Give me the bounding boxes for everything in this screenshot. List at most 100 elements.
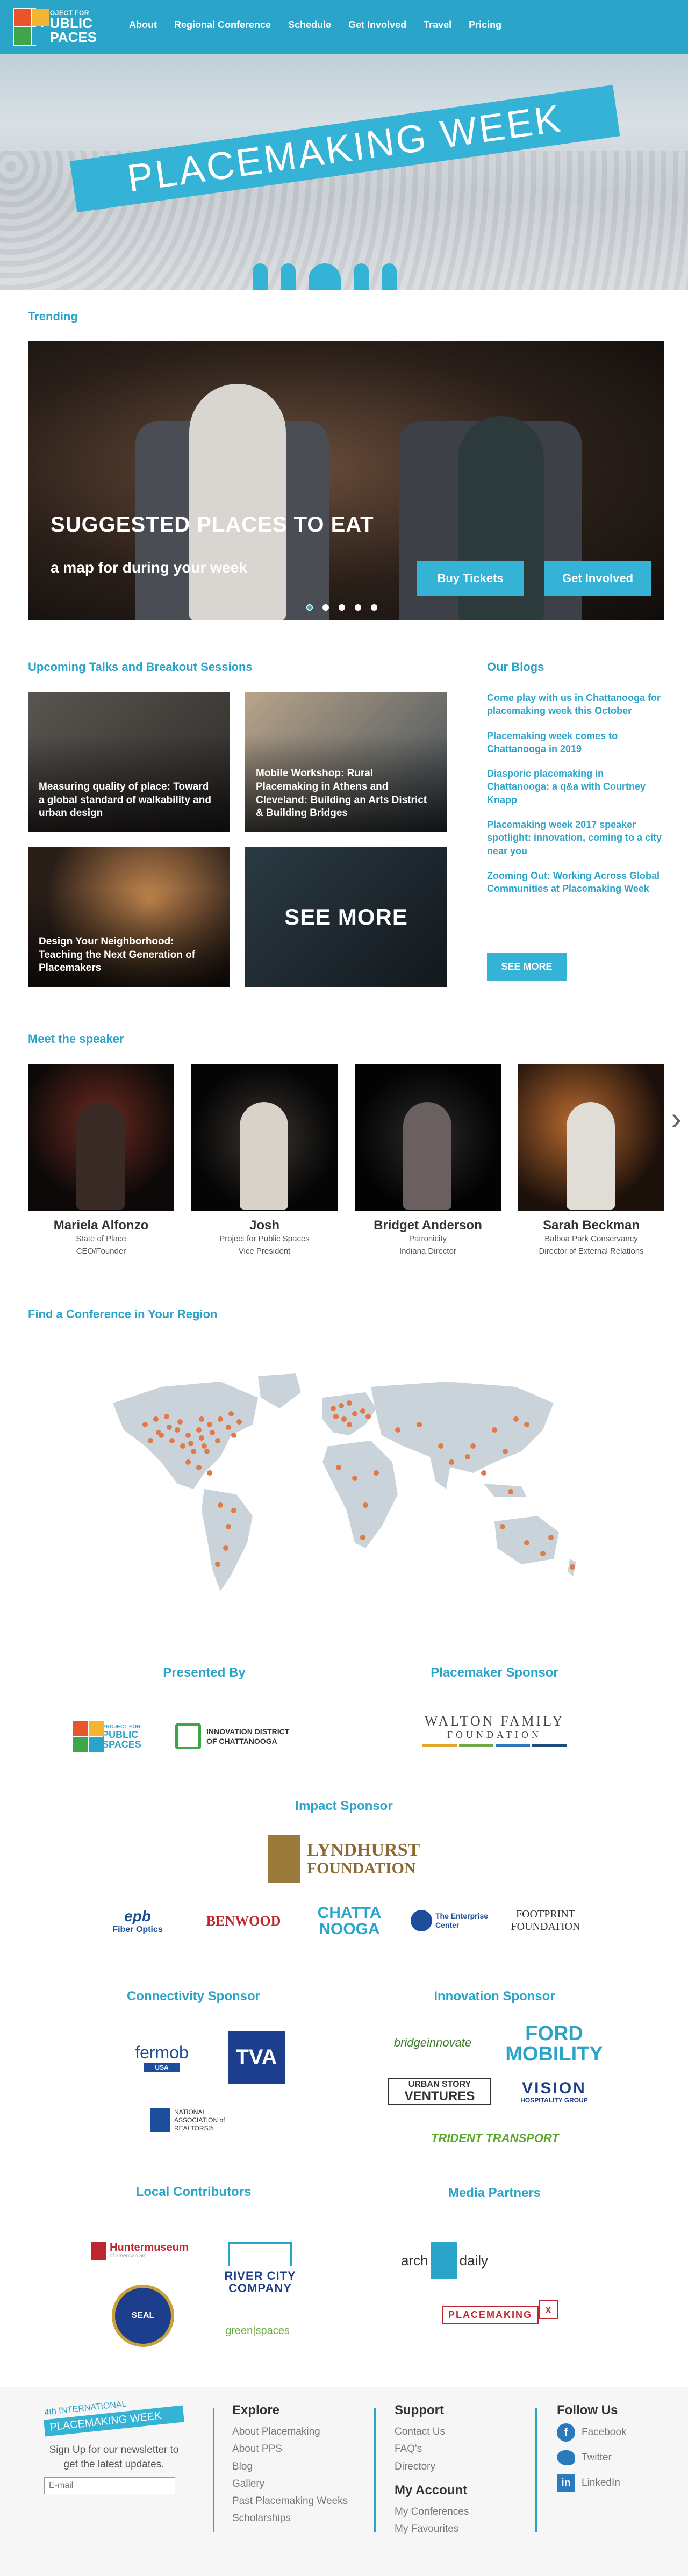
linkedin-link[interactable]: LinkedIn [582, 2474, 620, 2492]
footer-link[interactable]: Scholarships [232, 2510, 348, 2527]
map-conference-marker[interactable] [374, 1470, 379, 1476]
map-conference-marker[interactable] [503, 1449, 508, 1454]
see-more-card[interactable]: SEE MORE [245, 847, 447, 987]
talk-card[interactable]: Measuring quality of place: Toward a glo… [28, 692, 230, 832]
map-conference-marker[interactable] [199, 1435, 204, 1441]
speakers-next-chevron-icon[interactable]: › [671, 1100, 682, 1137]
enterprise-center-logo[interactable]: The Enterprise Center [411, 1907, 497, 1934]
walton-foundation-logo[interactable]: WALTON FAMILY FOUNDATION [419, 1709, 570, 1750]
map-conference-marker[interactable] [470, 1443, 476, 1449]
map-conference-marker[interactable] [215, 1438, 220, 1443]
slider-dot[interactable] [355, 604, 361, 611]
footer-link[interactable]: Gallery [232, 2475, 348, 2493]
map-conference-marker[interactable] [417, 1422, 422, 1427]
innovation-district-logo[interactable]: INNOVATION DISTRICT OF CHATTANOOGA [175, 1720, 326, 1752]
map-conference-marker[interactable] [500, 1524, 505, 1529]
vision-hospitality-logo[interactable]: VISION HOSPITALITY GROUP [503, 2077, 605, 2106]
blog-link[interactable]: Come play with us in Chattanooga for pla… [487, 691, 664, 718]
bridge-innovate-logo[interactable]: bridgeinnovate [382, 2032, 484, 2053]
speaker-card[interactable]: Sarah Beckman Balboa Park Conservancy Di… [518, 1064, 664, 1257]
footer-link[interactable]: Directory [395, 2458, 469, 2475]
tva-logo[interactable]: TVA [228, 2031, 285, 2084]
nav-get-involved[interactable]: Get Involved [348, 19, 406, 31]
map-conference-marker[interactable] [177, 1419, 183, 1425]
benwood-logo[interactable]: BENWOOD [199, 1910, 288, 1932]
map-conference-marker[interactable] [360, 1408, 366, 1414]
map-conference-marker[interactable] [352, 1411, 357, 1416]
placemaking-x-logo[interactable]: PLACEMAKING x [442, 2299, 586, 2331]
twitter-link[interactable]: Twitter [582, 2449, 612, 2466]
map-conference-marker[interactable] [175, 1427, 180, 1433]
map-conference-marker[interactable] [236, 1419, 242, 1425]
map-conference-marker[interactable] [180, 1443, 185, 1449]
speaker-card[interactable]: Mariela Alfonzo State of Place CEO/Found… [28, 1064, 174, 1257]
map-conference-marker[interactable] [226, 1425, 231, 1430]
chattanooga-seal-logo[interactable]: SEAL [112, 2285, 174, 2347]
map-conference-marker[interactable] [196, 1427, 202, 1433]
map-conference-marker[interactable] [185, 1433, 191, 1438]
map-conference-marker[interactable] [438, 1443, 443, 1449]
map-conference-marker[interactable] [191, 1449, 196, 1454]
map-conference-marker[interactable] [481, 1470, 486, 1476]
urban-story-ventures-logo[interactable]: URBAN STORY VENTURES [388, 2078, 491, 2105]
map-conference-marker[interactable] [153, 1416, 159, 1422]
map-conference-marker[interactable] [185, 1459, 191, 1465]
blogs-see-more-button[interactable]: SEE MORE [487, 953, 567, 981]
map-conference-marker[interactable] [363, 1502, 368, 1508]
map-conference-marker[interactable] [465, 1454, 470, 1459]
blog-link[interactable]: Zooming Out: Working Across Global Commu… [487, 869, 664, 896]
epb-logo[interactable]: epb Fiber Optics [100, 1905, 175, 1937]
map-conference-marker[interactable] [548, 1535, 554, 1540]
map-conference-marker[interactable] [366, 1414, 371, 1419]
map-conference-marker[interactable] [347, 1422, 352, 1427]
map-conference-marker[interactable] [207, 1422, 212, 1427]
lyndhurst-foundation-logo[interactable]: LYNDHURST FOUNDATION [263, 1832, 425, 1886]
green-spaces-logo[interactable]: green|spaces [212, 2320, 303, 2342]
pps-logo[interactable]: PROJECT FOR PUBLIC SPACES [13, 6, 110, 47]
map-conference-marker[interactable] [395, 1427, 400, 1433]
map-conference-marker[interactable] [169, 1438, 175, 1443]
map-conference-marker[interactable] [218, 1416, 223, 1422]
speaker-card[interactable]: Bridget Anderson Patronicity Indiana Dir… [355, 1064, 501, 1257]
footer-link[interactable]: About PPS [232, 2441, 348, 2458]
map-conference-marker[interactable] [142, 1422, 148, 1427]
map-conference-marker[interactable] [226, 1524, 231, 1529]
map-conference-marker[interactable] [524, 1540, 529, 1545]
footer-link[interactable]: About Placemaking [232, 2423, 348, 2441]
map-conference-marker[interactable] [336, 1465, 341, 1470]
map-conference-marker[interactable] [199, 1416, 204, 1422]
map-conference-marker[interactable] [352, 1476, 357, 1481]
ford-mobility-logo[interactable]: FORD MOBILITY [492, 2022, 616, 2065]
fermob-logo[interactable]: fermob USA [117, 2038, 206, 2076]
talk-card[interactable]: Design Your Neighborhood: Teaching the N… [28, 847, 230, 987]
map-conference-marker[interactable] [202, 1443, 207, 1449]
pps-sponsor-logo[interactable]: PROJECT FOR PUBLIC SPACES [73, 1718, 164, 1756]
footer-link[interactable]: Contact Us [395, 2423, 469, 2441]
map-conference-marker[interactable] [228, 1411, 234, 1416]
blog-link[interactable]: Placemaking week 2017 speaker spotlight:… [487, 818, 664, 857]
world-map[interactable] [97, 1365, 591, 1602]
map-conference-marker[interactable] [196, 1465, 202, 1470]
map-conference-marker[interactable] [215, 1562, 220, 1567]
newsletter-email-input[interactable] [44, 2477, 175, 2495]
nav-pricing[interactable]: Pricing [469, 19, 501, 31]
map-conference-marker[interactable] [449, 1459, 454, 1465]
map-conference-marker[interactable] [231, 1508, 236, 1513]
map-conference-marker[interactable] [492, 1427, 497, 1433]
talk-card[interactable]: Mobile Workshop: Rural Placemaking in At… [245, 692, 447, 832]
map-conference-marker[interactable] [207, 1470, 212, 1476]
chattanooga-logo[interactable]: CHATTA NOOGA [312, 1904, 387, 1938]
map-conference-marker[interactable] [164, 1414, 169, 1419]
footprint-foundation-logo[interactable]: FOOTPRINT FOUNDATION [500, 1907, 591, 1934]
map-conference-marker[interactable] [331, 1406, 336, 1411]
map-conference-marker[interactable] [540, 1551, 546, 1556]
facebook-link[interactable]: Facebook [582, 2424, 626, 2441]
map-conference-marker[interactable] [231, 1433, 236, 1438]
slider-dot[interactable] [339, 604, 345, 611]
footer-link[interactable]: My Conferences [395, 2503, 469, 2521]
map-conference-marker[interactable] [508, 1489, 513, 1494]
slider-dot[interactable] [371, 604, 377, 611]
social-twitter[interactable]: Twitter [557, 2449, 626, 2466]
map-conference-marker[interactable] [360, 1535, 366, 1540]
map-conference-marker[interactable] [204, 1449, 210, 1454]
